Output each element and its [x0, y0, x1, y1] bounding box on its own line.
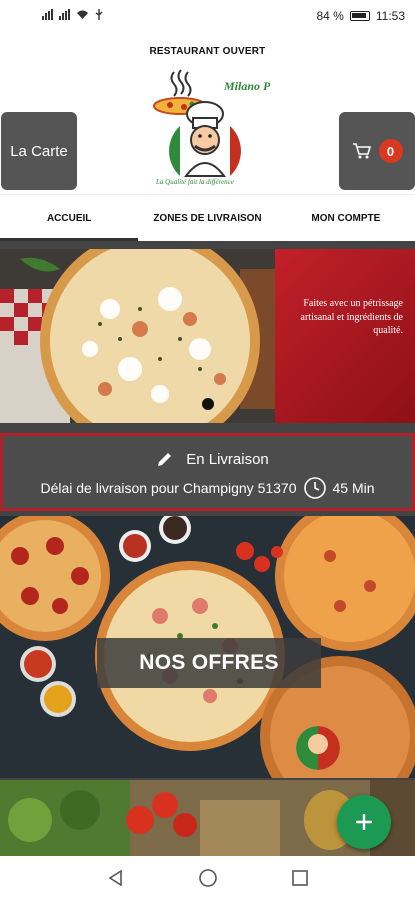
delivery-mode: En Livraison [186, 450, 269, 468]
clock-time: 11:53 [375, 9, 405, 23]
signal2-icon [59, 9, 70, 20]
signal-icon [42, 9, 53, 20]
logo-name-text: Milano Pizza [223, 79, 270, 93]
promo-banner[interactable]: Faites avec un pétrissage artisanal et i… [0, 249, 415, 423]
cart-button[interactable]: 0 [339, 112, 415, 190]
carousel-indicator[interactable] [202, 398, 214, 410]
delivery-info-box[interactable]: En Livraison Délai de livraison pour Cha… [0, 433, 415, 511]
status-icons-left [42, 9, 103, 20]
recents-icon[interactable] [291, 869, 309, 887]
cart-icon [352, 143, 371, 159]
battery-percent: 84 % [316, 9, 344, 23]
status-bar: 84 % 11:53 [0, 0, 415, 34]
main-tabs: ACCUEIL ZONES DE LIVRAISON MON COMPTE [0, 194, 415, 241]
delivery-delay-row: Délai de livraison pour Champigny 51370 … [3, 476, 412, 500]
logo-slogan-text: La Qualité fait la différence [155, 178, 234, 186]
banner-text: Faites avec un pétrissage artisanal et i… [300, 298, 403, 336]
back-icon[interactable] [107, 869, 125, 887]
delivery-delay-text: Délai de livraison pour Champigny 51370 [40, 480, 297, 496]
delivery-delay-time: 45 Min [332, 480, 375, 496]
add-floating-button[interactable] [337, 795, 391, 849]
system-nav-bar [0, 856, 415, 900]
offers-label: NOS OFFRES [97, 638, 321, 688]
menu-button[interactable]: La Carte [1, 112, 77, 190]
clock-icon [303, 477, 326, 499]
status-icons-right: 84 % 11:53 [317, 9, 406, 23]
tab-mon-compte[interactable]: MON COMPTE [277, 195, 415, 241]
restaurant-status: RESTAURANT OUVERT [149, 46, 266, 57]
offers-section[interactable]: NOS OFFRES [0, 516, 415, 778]
delivery-mode-row: En Livraison [3, 450, 412, 468]
tab-accueil[interactable]: ACCUEIL [0, 195, 139, 241]
plus-icon [356, 814, 372, 830]
home-content: Faites avec un pétrissage artisanal et i… [0, 241, 415, 856]
pencil-icon [158, 453, 172, 466]
restaurant-logo: Milano Pizza La Qualité fait la différen… [153, 69, 270, 186]
wifi-icon [77, 10, 88, 19]
app-header: RESTAURANT OUVERT La Carte Milano Pizza … [0, 34, 415, 194]
tab-zones-de-livraison[interactable]: ZONES DE LIVRAISON [138, 195, 276, 241]
cart-count-badge: 0 [378, 139, 403, 163]
home-icon[interactable] [198, 868, 218, 888]
battery-icon [349, 11, 370, 21]
usb-icon [95, 9, 103, 20]
banner-pizza-image [0, 249, 290, 423]
